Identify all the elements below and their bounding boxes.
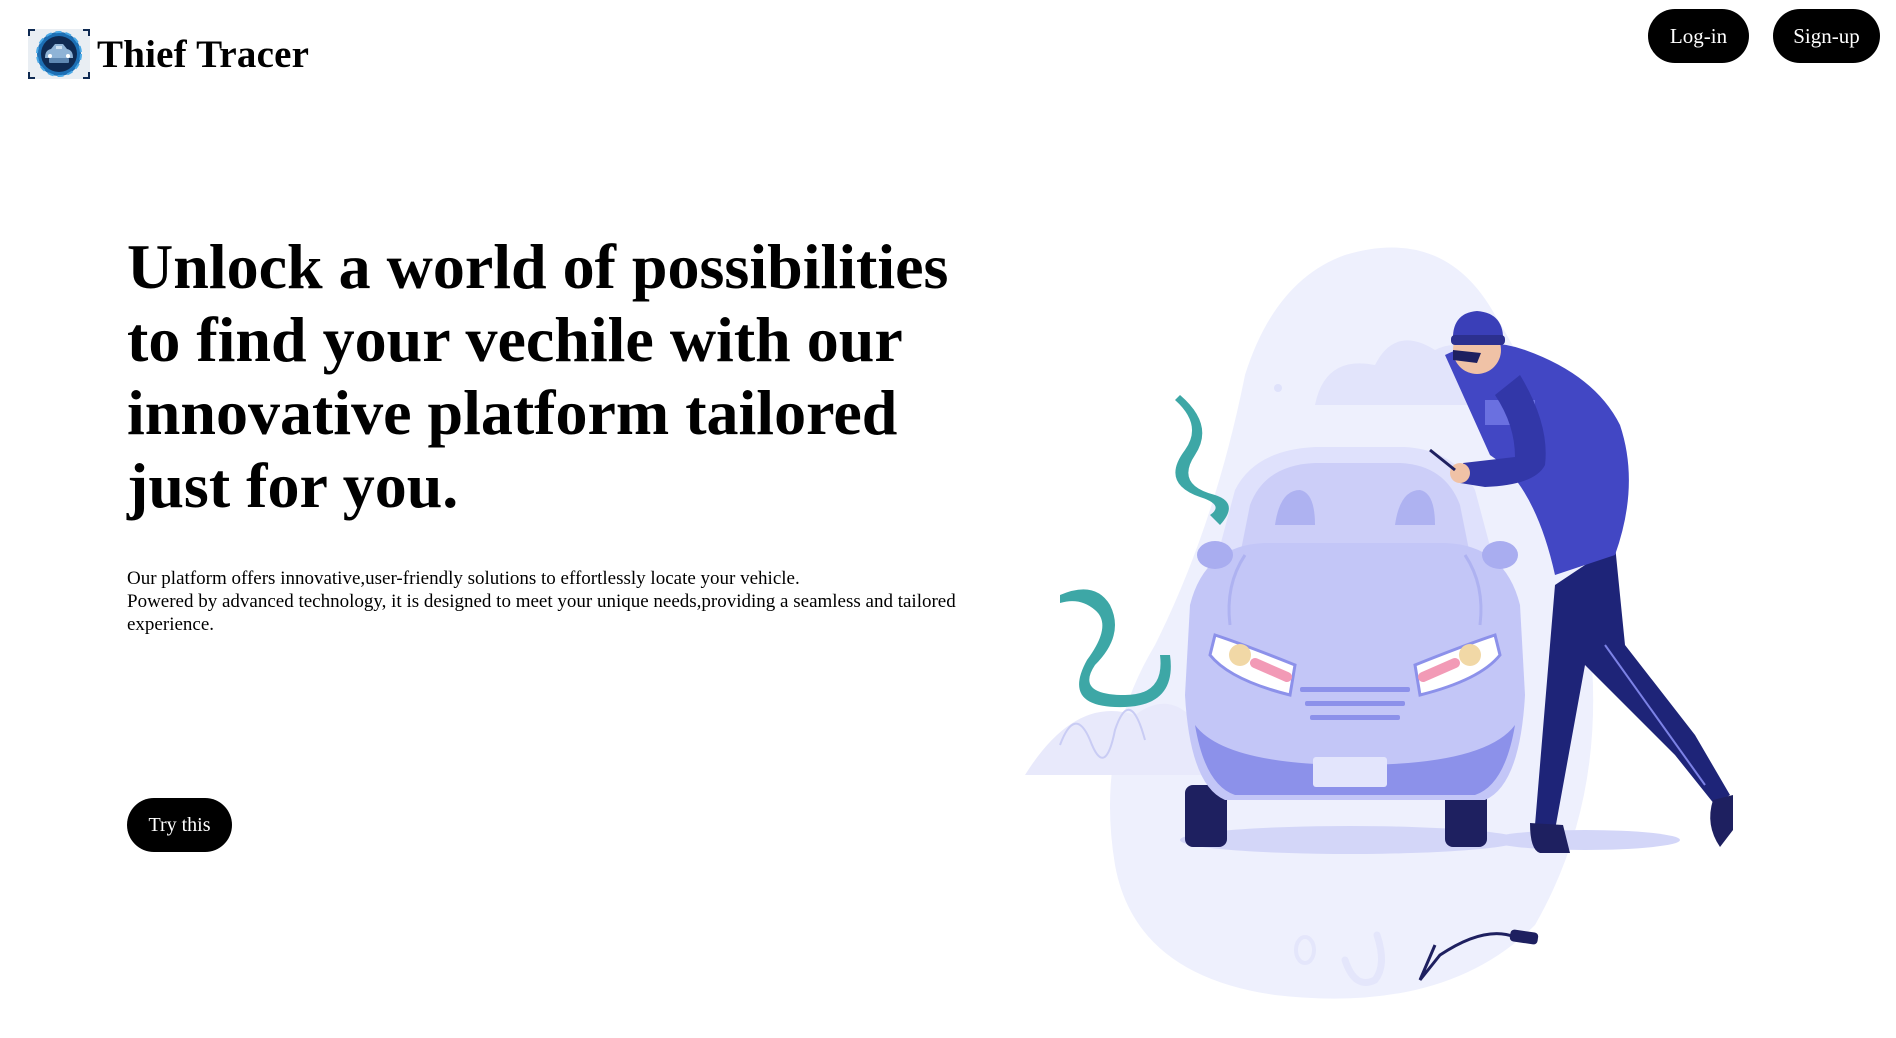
landing-page: Thief Tracer Log-in Sign-up Unlock a wor…	[0, 0, 1896, 1038]
hero-title: Unlock a world of possibilities to find …	[127, 230, 1007, 522]
license-plate	[1313, 757, 1387, 787]
hero-title-line: innovative platform tailored	[127, 377, 898, 448]
dot-shape	[1274, 384, 1282, 392]
hero-description-line: experience.	[127, 614, 215, 635]
car-grille	[1300, 687, 1410, 692]
try-this-button[interactable]: Try this	[127, 798, 232, 852]
headlight-bulb	[1459, 644, 1481, 666]
ground-haze	[1025, 703, 1215, 775]
thief-shoe	[1710, 795, 1733, 847]
brand-name: Thief Tracer	[97, 32, 310, 76]
thief-hand	[1450, 463, 1470, 483]
thief-stripe	[1604, 644, 1706, 786]
hero-title-line: just for you.	[127, 450, 459, 521]
car-thief-illustration	[1025, 247, 1733, 999]
hero-title-line: Unlock a world of possibilities	[127, 231, 949, 302]
car-grille	[1310, 715, 1400, 720]
hero-description-line: Our platform offers innovative,user-frie…	[127, 568, 800, 589]
car-mirror	[1482, 541, 1518, 569]
hero-description-line: Powered by advanced technology, it is de…	[127, 591, 956, 612]
car-mirror	[1197, 541, 1233, 569]
car-target-logo-icon	[28, 29, 90, 79]
thief-shadow	[1490, 830, 1680, 850]
smoke-shape	[1175, 395, 1229, 525]
signup-button[interactable]: Sign-up	[1773, 9, 1880, 63]
thief-beanie-band	[1451, 335, 1505, 345]
hero-description: Our platform offers innovative,user-frie…	[127, 567, 957, 636]
hero-title-line: to find your vechile with our	[127, 304, 903, 375]
brand[interactable]: Thief Tracer	[27, 28, 309, 80]
login-button[interactable]: Log-in	[1648, 9, 1749, 63]
car-windshield	[1240, 463, 1470, 555]
car-grille	[1305, 701, 1405, 706]
headlight-bulb	[1229, 644, 1251, 666]
